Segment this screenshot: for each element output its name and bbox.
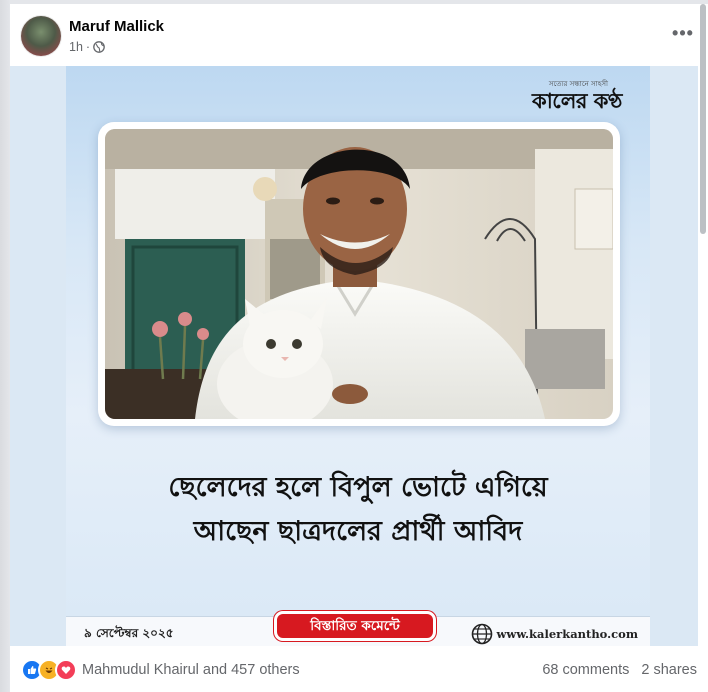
reactions-summary[interactable]: Mahmudul Khairul and 457 others xyxy=(82,662,300,678)
more-options-button[interactable]: ••• xyxy=(668,24,698,46)
author-avatar[interactable] xyxy=(21,16,61,56)
headline-line-2: আছেন ছাত্রদলের প্রার্থী আবিদ xyxy=(193,516,523,547)
page-gutter xyxy=(0,0,10,692)
globe-icon xyxy=(471,623,492,645)
newspaper-logo: কালের কণ্ঠ xyxy=(532,89,622,113)
news-headline: ছেলেদের হলে বিপুল ভোটে এগিয়ে আছেন ছাত্র… xyxy=(66,466,650,554)
photo-frame xyxy=(98,122,620,426)
scrollbar[interactable] xyxy=(700,4,706,234)
photo-illustration xyxy=(105,129,613,419)
love-icon xyxy=(55,659,77,681)
news-card: সত্যের সন্ধানে সাহসী কালের কণ্ঠ ছেলেদের … xyxy=(66,66,650,646)
shares-count[interactable]: 2 shares xyxy=(641,662,697,678)
post-image[interactable]: সত্যের সন্ধানে সাহসী কালের কণ্ঠ ছেলেদের … xyxy=(10,66,698,646)
author-name[interactable]: Maruf Mallick xyxy=(69,18,164,35)
globe-icon xyxy=(93,41,105,53)
meta-separator: · xyxy=(85,40,91,54)
website-url: www.kalerkantho.com xyxy=(496,627,638,641)
news-date: ৯ সেপ্টেম্বর ২০২৫ xyxy=(84,626,174,640)
news-photo xyxy=(105,129,613,419)
details-in-comments-badge: বিস্তারিত কমেন্টে xyxy=(274,611,436,641)
card-footer: ৯ সেপ্টেম্বর ২০২৫ বিস্তারিত কমেন্টে www.… xyxy=(66,611,650,646)
headline-line-1: ছেলেদের হলে বিপুল ভোটে এগিয়ে xyxy=(168,472,548,503)
facebook-post: Maruf Mallick 1h · ••• সত্যের সন্ধানে সা… xyxy=(10,4,708,692)
comments-count[interactable]: 68 comments xyxy=(542,662,629,678)
website-link: www.kalerkantho.com xyxy=(471,623,638,645)
post-meta: 1h · xyxy=(69,40,105,54)
post-header: Maruf Mallick 1h · ••• xyxy=(10,4,708,64)
newspaper-masthead: সত্যের সন্ধানে সাহসী কালের কণ্ঠ xyxy=(532,78,622,112)
reactions-bar: Mahmudul Khairul and 457 others 68 comme… xyxy=(10,652,708,688)
post-stats: 68 comments 2 shares xyxy=(542,662,697,678)
reaction-icons[interactable] xyxy=(21,659,77,681)
post-time[interactable]: 1h xyxy=(69,40,83,54)
